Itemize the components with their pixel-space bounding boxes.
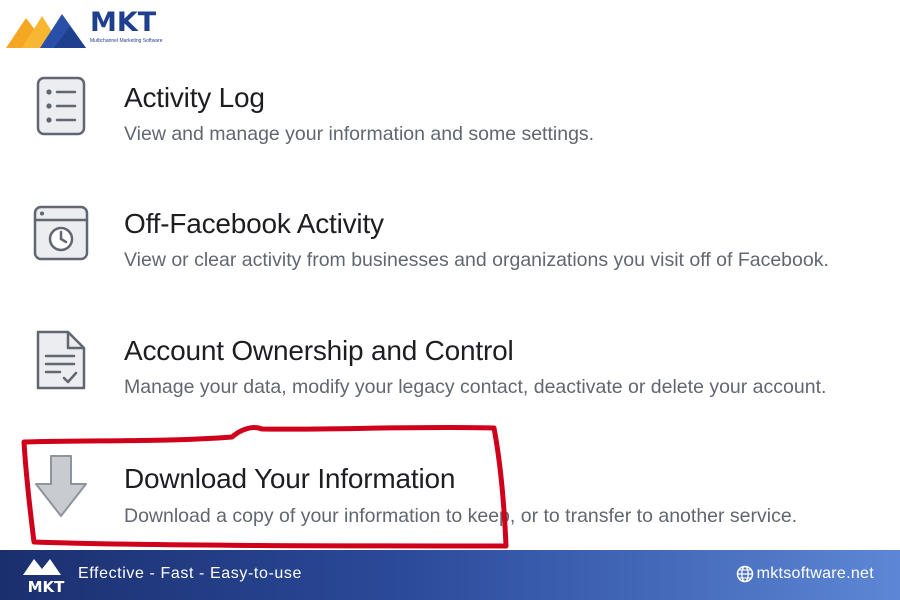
svg-text:MKT: MKT <box>28 578 66 596</box>
website-link[interactable]: mktsoftware.net <box>736 563 874 585</box>
menu-item-activity-log[interactable]: Activity Log View and manage your inform… <box>0 74 900 154</box>
item-description: View and manage your information and som… <box>124 123 595 145</box>
menu-item-off-facebook-activity[interactable]: Off-Facebook Activity View or clear acti… <box>0 200 900 280</box>
item-description: Manage your data, modify your legacy con… <box>124 376 827 398</box>
website-text: mktsoftware.net <box>756 565 874 582</box>
item-description: View or clear activity from businesses a… <box>124 249 829 271</box>
menu-item-download-your-information[interactable]: Download Your Information Download a cop… <box>0 454 900 534</box>
item-title: Account Ownership and Control <box>124 335 514 366</box>
globe-icon <box>736 565 753 583</box>
mkt-logo-icon <box>6 14 86 48</box>
brand-logo: MKT Multichannel Marketing Software <box>4 8 163 52</box>
banner-slogan: Effective - Fast - Easy-to-use <box>78 565 302 582</box>
item-title: Activity Log <box>124 82 265 113</box>
account-ownership-icon <box>36 330 86 390</box>
download-arrow-icon <box>35 455 87 517</box>
menu-item-account-ownership[interactable]: Account Ownership and Control Manage you… <box>0 326 900 406</box>
item-description: Download a copy of your information to k… <box>124 505 798 527</box>
off-facebook-activity-icon <box>33 205 89 261</box>
brand-name: MKT <box>90 7 157 38</box>
activity-log-icon <box>36 76 86 136</box>
brand-tagline: Multichannel Marketing Software <box>90 38 163 44</box>
item-title: Download Your Information <box>124 463 456 494</box>
footer-banner: MKT Effective - Fast - Easy-to-use mktso… <box>0 550 900 600</box>
mkt-logo-icon: MKT <box>23 559 66 596</box>
item-title: Off-Facebook Activity <box>124 208 384 239</box>
